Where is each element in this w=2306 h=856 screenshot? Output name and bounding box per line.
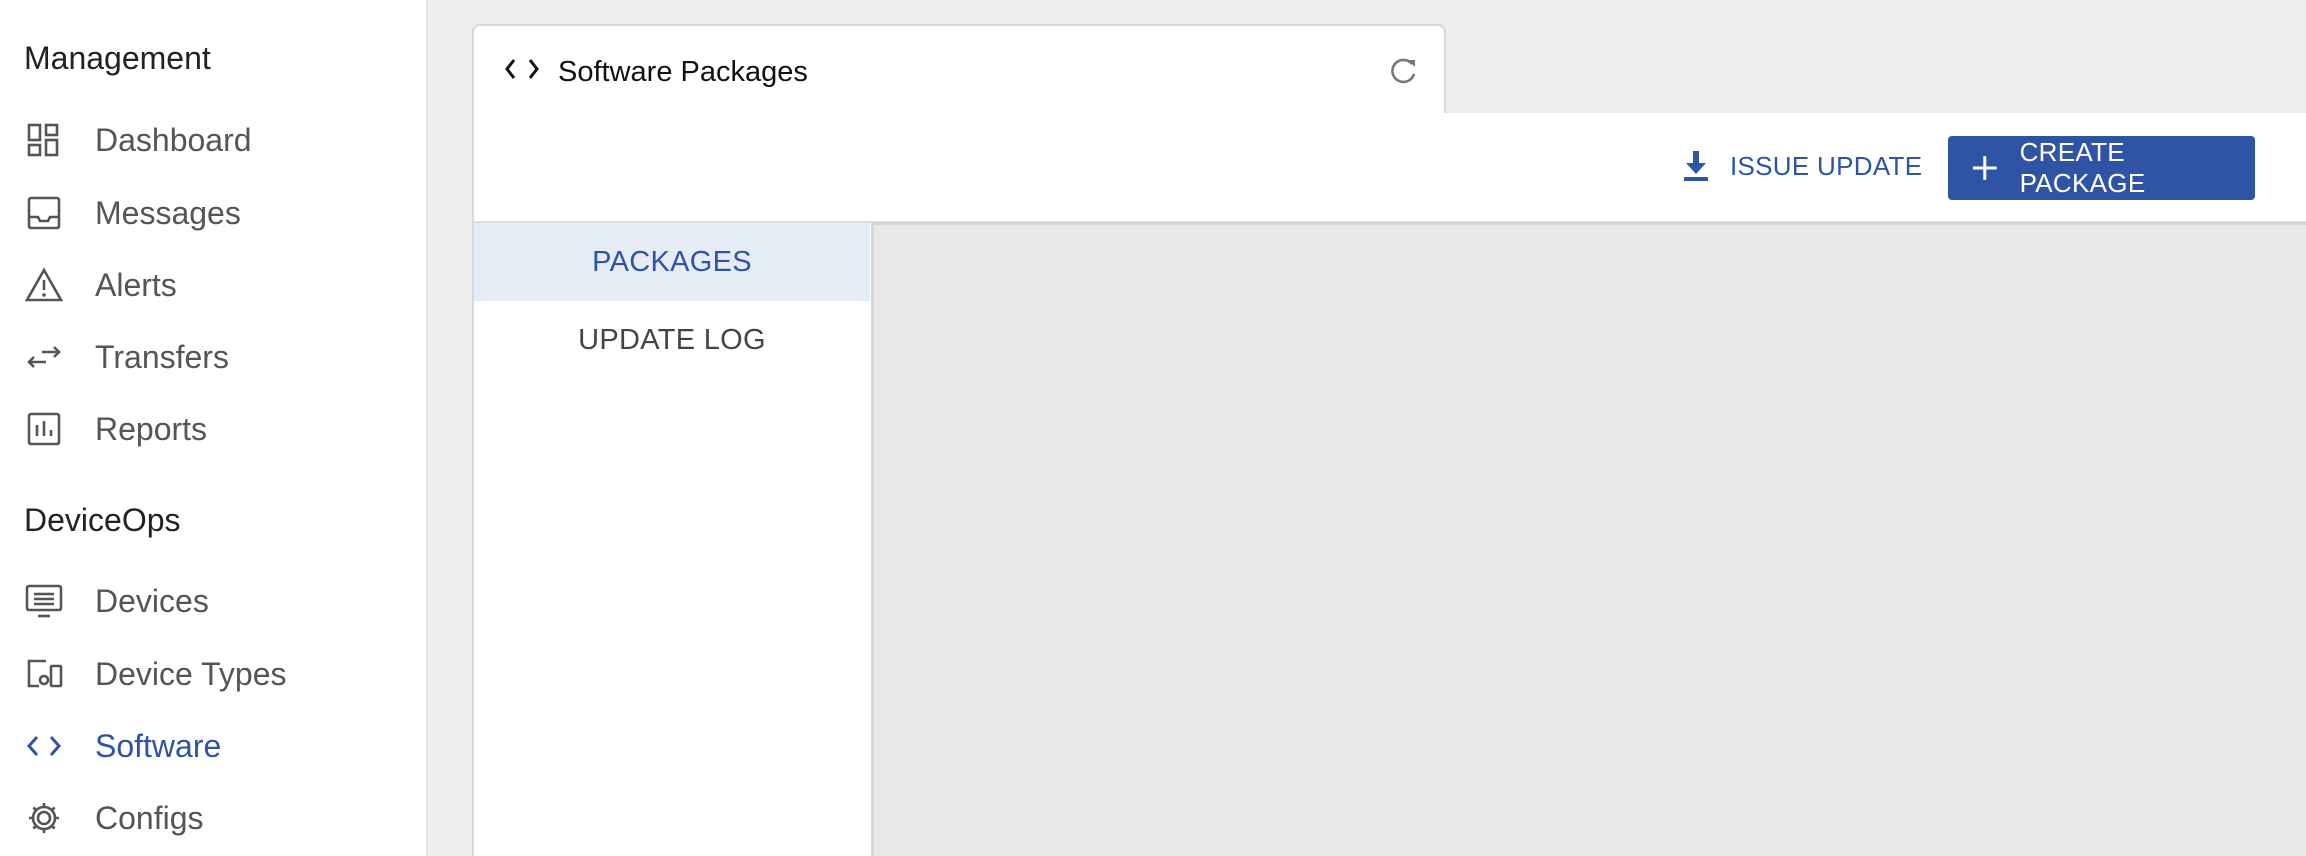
report-icon	[24, 412, 64, 446]
inbox-icon	[24, 196, 64, 230]
create-package-label: CREATE PACKAGE	[2019, 137, 2146, 198]
warning-icon	[24, 267, 64, 302]
sidebar-item-label: Reports	[95, 410, 208, 447]
issue-update-label: ISSUE UPDATE	[1730, 150, 1923, 181]
sidebar-item-label: Alerts	[95, 266, 177, 303]
panel-title: Software Packages	[558, 56, 808, 88]
section-title-management: Management	[24, 40, 211, 76]
refresh-icon[interactable]	[1386, 54, 1420, 88]
download-icon	[1684, 151, 1708, 181]
create-package-button[interactable]: CREATE PACKAGE	[1948, 136, 2255, 200]
sidebar-item-label: Dashboard	[95, 121, 252, 158]
sidebar-item-label: Software	[95, 727, 222, 764]
tab-update-log[interactable]: UPDATE LOG	[474, 301, 870, 379]
sidebar-item-label: Devices	[95, 582, 209, 619]
sidebar: Management Dashboard Messages Alerts Tra…	[0, 0, 428, 856]
sidebar-item-label: Messages	[95, 194, 241, 231]
sidebar-item-devices[interactable]: Devices	[0, 571, 426, 631]
tab-packages[interactable]: PACKAGES	[474, 223, 870, 301]
transfer-icon	[24, 341, 64, 373]
sidebar-item-device-types[interactable]: Device Types	[0, 644, 426, 704]
sidebar-item-alerts[interactable]: Alerts	[0, 255, 426, 315]
section-title-deviceops: DeviceOps	[24, 502, 181, 538]
issue-update-button[interactable]: ISSUE UPDATE	[1680, 142, 1922, 190]
panel-tab[interactable]: Software Packages	[472, 24, 1446, 118]
sidebar-item-dashboard[interactable]: Dashboard	[0, 110, 426, 170]
packages-content-area	[871, 222, 2306, 856]
gear-icon	[24, 802, 64, 834]
code-icon	[24, 730, 64, 762]
sidebar-item-label: Transfers	[95, 338, 229, 375]
devices-icon	[24, 584, 64, 618]
device-types-icon	[24, 658, 64, 690]
sidebar-item-transfers[interactable]: Transfers	[0, 327, 426, 387]
sidebar-item-reports[interactable]: Reports	[0, 399, 426, 459]
code-icon	[502, 54, 542, 84]
sidebar-item-software[interactable]: Software	[0, 716, 426, 776]
plus-icon	[1972, 156, 1997, 180]
sidebar-item-label: Device Types	[95, 655, 287, 692]
sidebar-item-messages[interactable]: Messages	[0, 183, 426, 243]
sidebar-item-configs[interactable]: Configs	[0, 788, 426, 848]
sidebar-item-label: Configs	[95, 799, 204, 836]
dashboard-icon	[24, 123, 64, 157]
tab-join	[474, 113, 1446, 117]
